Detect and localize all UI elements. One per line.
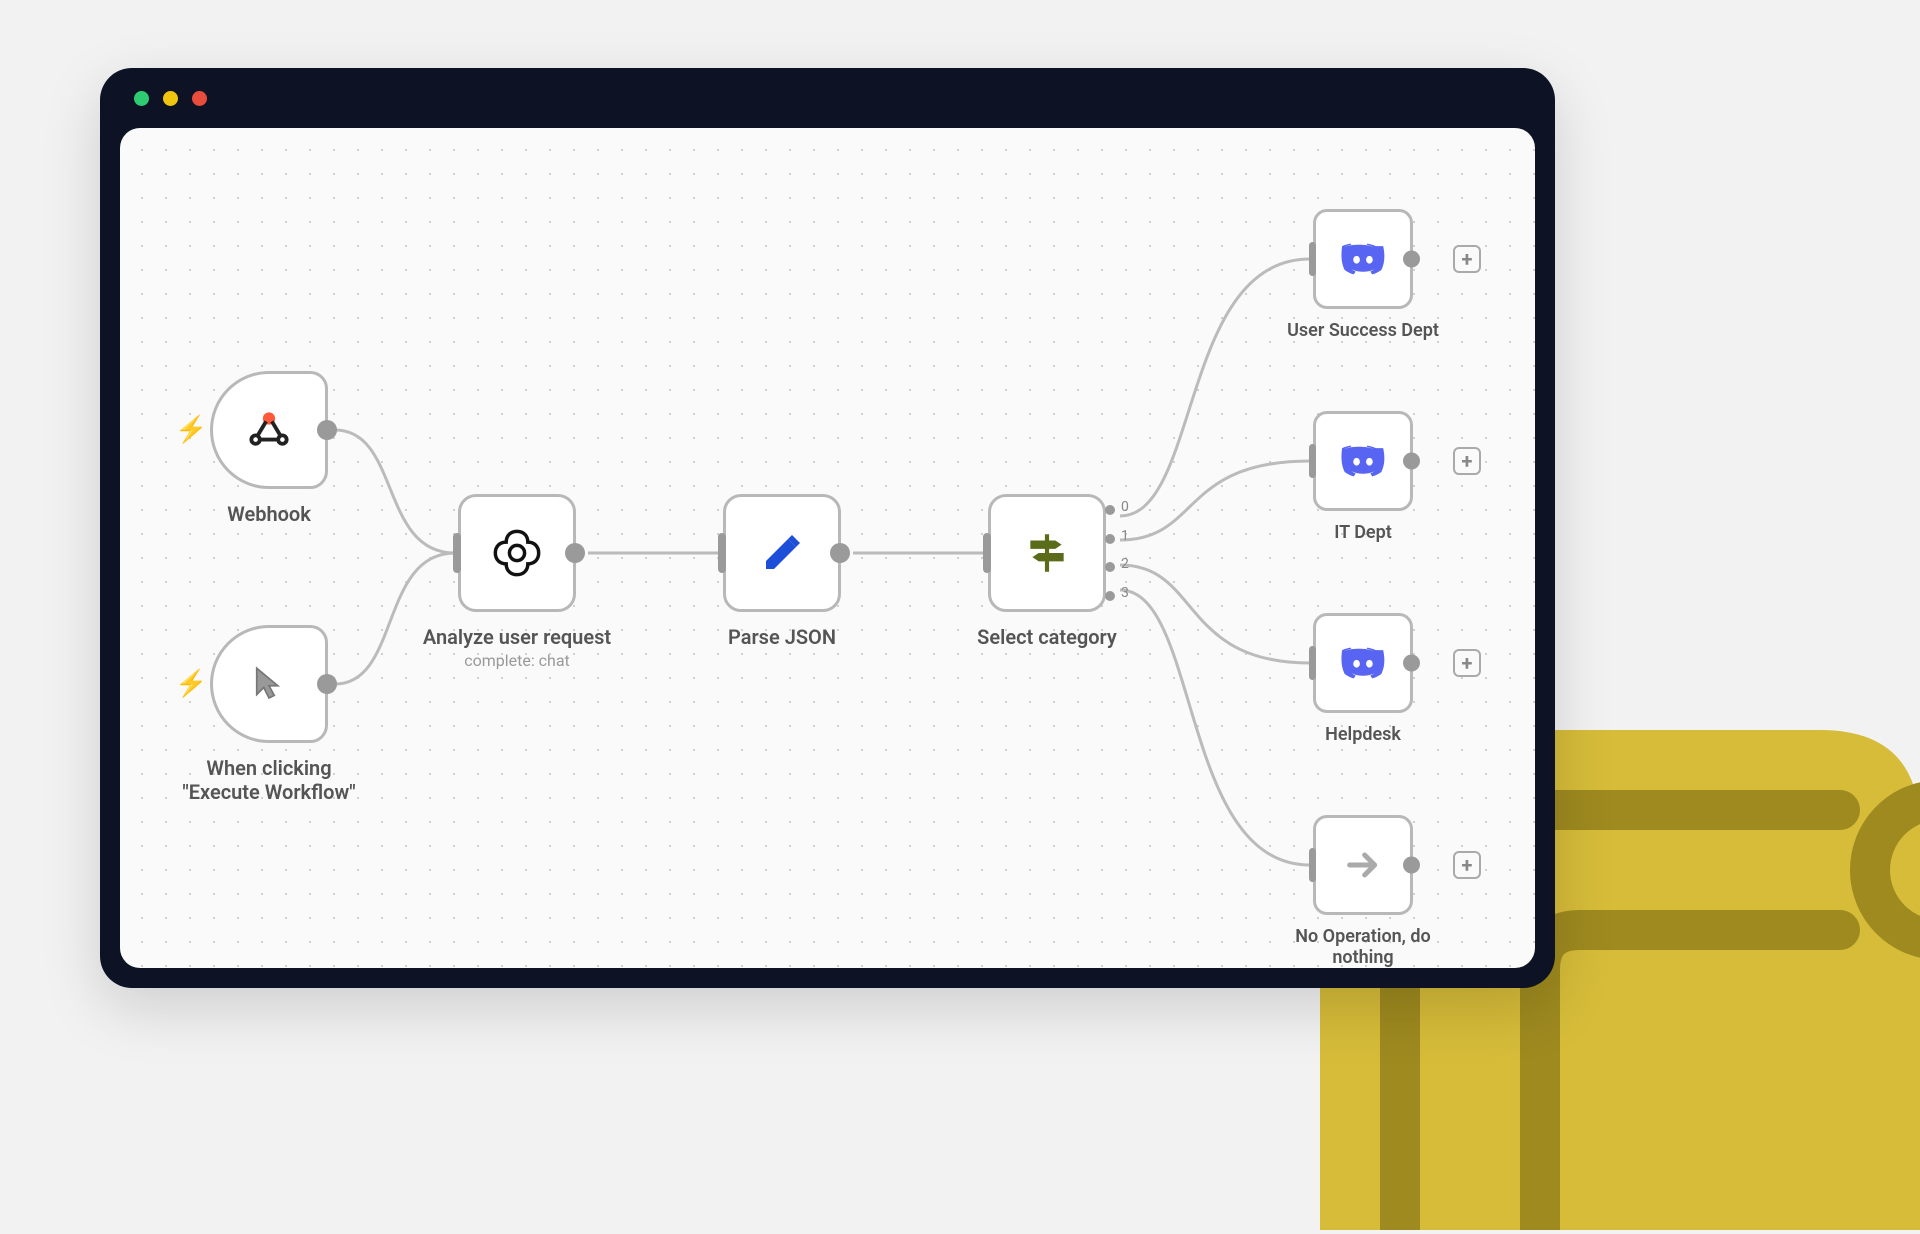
- output-port[interactable]: [1403, 251, 1420, 268]
- webhook-icon: [246, 407, 292, 453]
- node-label: Analyze user request: [423, 625, 611, 649]
- traffic-light-minimize[interactable]: [163, 91, 178, 106]
- node-label: IT Dept: [1334, 522, 1392, 543]
- node-label: Helpdesk: [1325, 724, 1401, 745]
- discord-icon: [1341, 641, 1385, 685]
- switch-port-2[interactable]: 2: [1105, 562, 1115, 572]
- input-port[interactable]: [1309, 242, 1316, 276]
- switch-port-0[interactable]: 0: [1105, 505, 1115, 515]
- arrow-right-icon: [1343, 845, 1383, 885]
- node-sublabel: complete: chat: [464, 651, 570, 670]
- node-parse-json[interactable]: Parse JSON: [723, 494, 841, 612]
- node-label: No Operation, do nothing: [1263, 926, 1463, 968]
- node-no-operation[interactable]: No Operation, do nothing: [1313, 815, 1413, 915]
- trigger-icon: ⚡: [175, 669, 207, 699]
- input-port[interactable]: [983, 533, 991, 573]
- node-manual-trigger[interactable]: ⚡ When clicking "Execute Workflow": [210, 625, 328, 743]
- workflow-canvas[interactable]: ⚡ Webhook ⚡ When clicking "Exec: [120, 128, 1535, 968]
- output-port[interactable]: [317, 674, 337, 694]
- node-webhook[interactable]: ⚡ Webhook: [210, 371, 328, 489]
- node-select-category[interactable]: 0 1 2 3 Select category: [988, 494, 1106, 612]
- output-port[interactable]: [317, 420, 337, 440]
- app-window: ⚡ Webhook ⚡ When clicking "Exec: [100, 68, 1555, 988]
- output-port[interactable]: [565, 543, 585, 563]
- window-titlebar: [100, 68, 1555, 128]
- node-label: When clicking "Execute Workflow": [169, 756, 369, 804]
- discord-icon: [1341, 237, 1385, 281]
- input-port[interactable]: [1309, 646, 1316, 680]
- input-port[interactable]: [453, 533, 461, 573]
- add-node-button[interactable]: +: [1453, 447, 1481, 475]
- switch-port-1[interactable]: 1: [1105, 534, 1115, 544]
- node-it-dept[interactable]: IT Dept: [1313, 411, 1413, 511]
- cursor-icon: [248, 663, 290, 705]
- input-port[interactable]: [718, 533, 726, 573]
- output-port[interactable]: [1403, 655, 1420, 672]
- add-node-button[interactable]: +: [1453, 851, 1481, 879]
- signpost-icon: [1022, 528, 1072, 578]
- input-port[interactable]: [1309, 444, 1316, 478]
- output-port[interactable]: [830, 543, 850, 563]
- traffic-light-close[interactable]: [134, 91, 149, 106]
- pencil-icon: [758, 529, 806, 577]
- node-label: User Success Dept: [1287, 320, 1439, 341]
- node-label: Select category: [977, 625, 1117, 649]
- node-label: Parse JSON: [728, 625, 836, 649]
- traffic-light-maximize[interactable]: [192, 91, 207, 106]
- switch-output-ports: 0 1 2 3: [1103, 505, 1117, 601]
- node-helpdesk[interactable]: Helpdesk: [1313, 613, 1413, 713]
- switch-port-3[interactable]: 3: [1105, 591, 1115, 601]
- trigger-icon: ⚡: [175, 415, 207, 445]
- node-label: Webhook: [227, 502, 311, 526]
- add-node-button[interactable]: +: [1453, 649, 1481, 677]
- node-user-success[interactable]: User Success Dept: [1313, 209, 1413, 309]
- add-node-button[interactable]: +: [1453, 245, 1481, 273]
- output-port[interactable]: [1403, 453, 1420, 470]
- node-analyze-request[interactable]: Analyze user request complete: chat: [458, 494, 576, 612]
- output-port[interactable]: [1403, 857, 1420, 874]
- openai-icon: [491, 527, 543, 579]
- discord-icon: [1341, 439, 1385, 483]
- input-port[interactable]: [1309, 848, 1316, 882]
